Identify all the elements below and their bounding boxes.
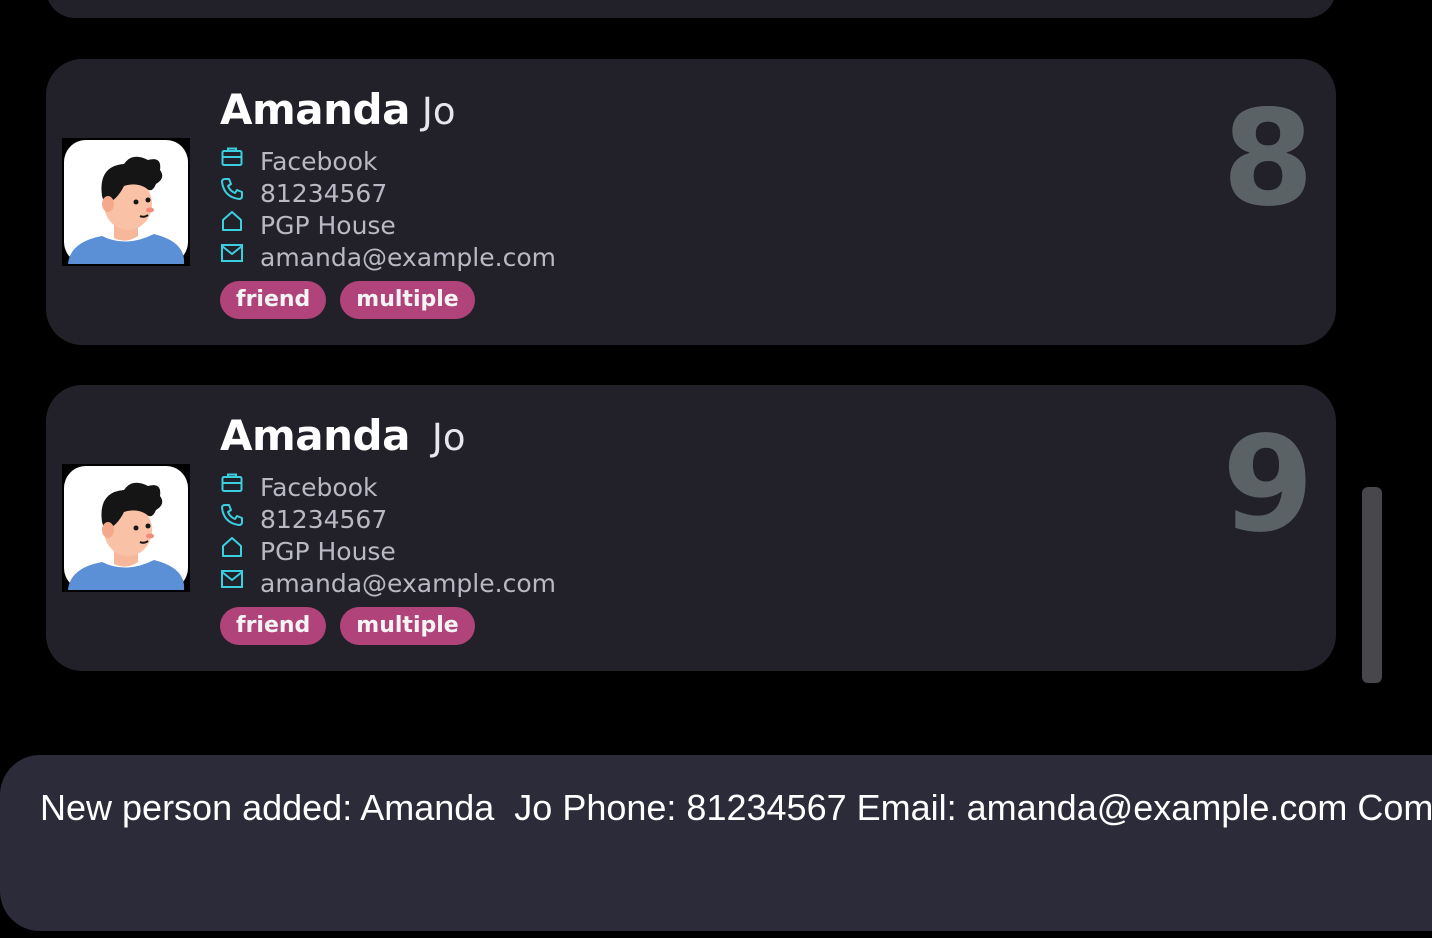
phone-icon — [220, 177, 244, 201]
address-text: PGP House — [260, 210, 396, 240]
phone-icon — [220, 503, 244, 527]
phone-field: 81234567 — [220, 503, 387, 535]
person-name: Amanda Jo — [220, 411, 465, 465]
home-icon — [220, 535, 244, 559]
tag-friend: friend — [220, 281, 327, 319]
company-text: Facebook — [260, 472, 378, 502]
address-text: PGP House — [260, 536, 396, 566]
person-avatar — [62, 464, 190, 592]
person-card[interactable]: Amanda Jo Facebook 81234567 PGP House am… — [46, 385, 1336, 671]
tag-multiple: multiple — [340, 607, 475, 645]
person-card-partial[interactable] — [46, 0, 1336, 18]
tag-list: friend multiple — [220, 607, 475, 645]
tag-friend: friend — [220, 607, 327, 645]
result-display: New person added: Amanda Jo Phone: 81234… — [0, 755, 1432, 931]
last-name: Jo — [421, 90, 456, 133]
first-name: Amanda — [220, 85, 410, 134]
person-list-view: Amanda Jo Facebook 81234567 PGP House am… — [0, 0, 1432, 938]
tag-list: friend multiple — [220, 281, 475, 319]
company-field: Facebook — [220, 145, 377, 177]
person-card[interactable]: Amanda Jo Facebook 81234567 PGP House am… — [46, 59, 1336, 345]
briefcase-icon — [220, 145, 244, 169]
phone-text: 81234567 — [260, 178, 388, 208]
list-scrollbar[interactable] — [1362, 487, 1382, 683]
briefcase-icon — [220, 471, 244, 495]
address-field: PGP House — [220, 209, 396, 241]
phone-field: 81234567 — [220, 177, 387, 209]
address-field: PGP House — [220, 535, 396, 567]
mail-icon — [220, 241, 244, 265]
home-icon — [220, 209, 244, 233]
company-text: Facebook — [260, 146, 378, 176]
result-message: New person added: Amanda Jo Phone: 81234… — [40, 787, 1432, 828]
email-field: amanda@example.com — [220, 567, 556, 599]
tag-multiple: multiple — [340, 281, 475, 319]
company-field: Facebook — [220, 471, 377, 503]
email-text: amanda@example.com — [260, 242, 556, 272]
email-field: amanda@example.com — [220, 241, 556, 273]
person-index: 8 — [1222, 82, 1314, 236]
phone-text: 81234567 — [260, 504, 388, 534]
first-name: Amanda — [220, 411, 410, 460]
mail-icon — [220, 567, 244, 591]
person-index: 9 — [1222, 408, 1314, 562]
person-avatar — [62, 138, 190, 266]
person-name: Amanda Jo — [220, 85, 455, 139]
email-text: amanda@example.com — [260, 568, 556, 598]
last-name: Jo — [431, 416, 466, 459]
